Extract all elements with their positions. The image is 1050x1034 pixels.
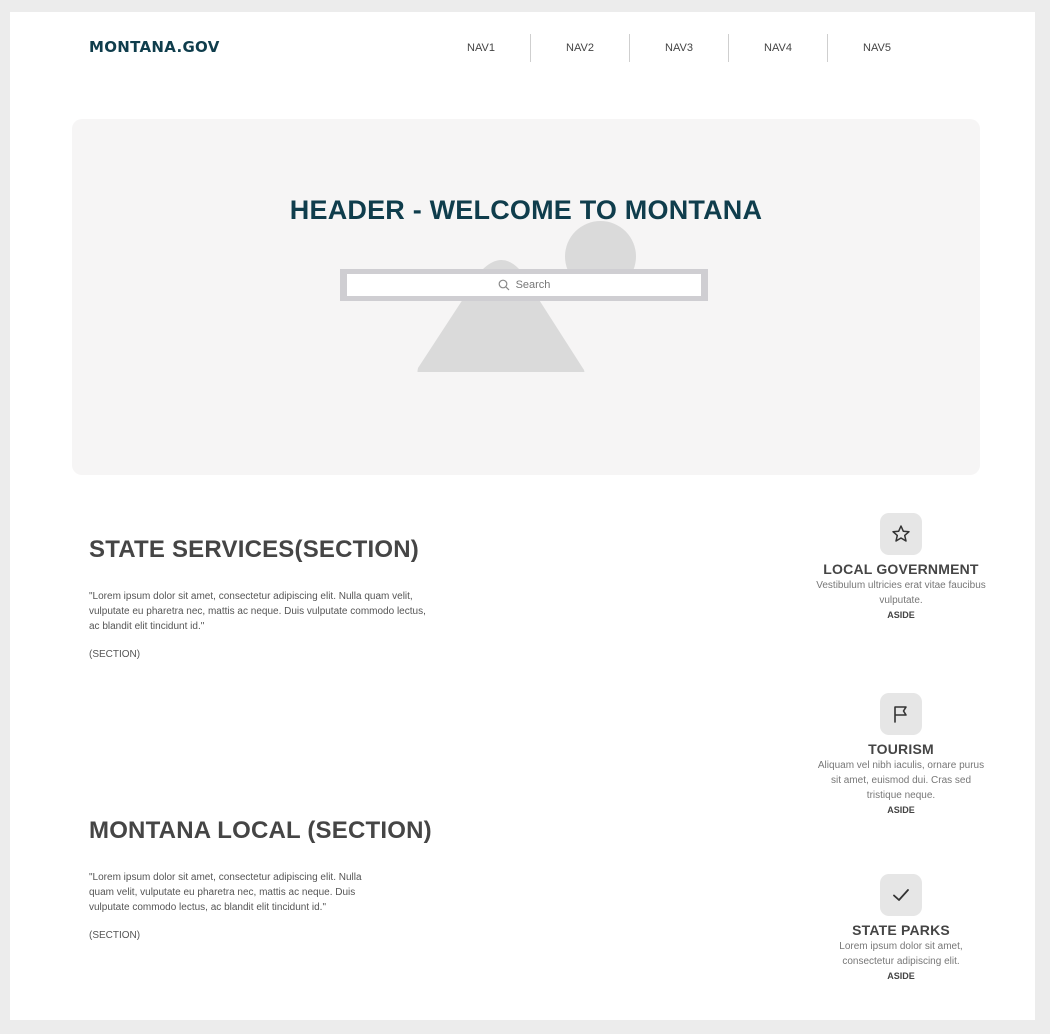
page: MONTANA.GOV NAV1 NAV2 NAV3 NAV4 NAV5 HEA… — [10, 12, 1035, 1020]
nav-item-4[interactable]: NAV4 — [728, 34, 827, 62]
section-body-montana-local: "Lorem ipsum dolor sit amet, consectetur… — [89, 872, 362, 913]
search-bar: Search — [340, 269, 708, 301]
hero-banner: HEADER - WELCOME TO MONTANA Search — [72, 119, 980, 475]
aside-state-parks: STATE PARKS Lorem ipsum dolor sit amet, … — [816, 874, 986, 981]
search-placeholder: Search — [515, 279, 551, 291]
aside-tag: ASIDE — [887, 610, 915, 620]
search-icon — [498, 279, 509, 291]
aside-tag: ASIDE — [887, 805, 915, 815]
aside-text: Aliquam vel nibh iaculis, ornare purus s… — [817, 760, 985, 801]
aside-title[interactable]: TOURISM — [816, 741, 986, 757]
section-title-montana-local: MONTANA LOCAL (SECTION) — [89, 817, 432, 844]
aside-title[interactable]: LOCAL GOVERNMENT — [816, 561, 986, 577]
section-tag: (SECTION) — [89, 649, 141, 660]
star-icon[interactable] — [880, 513, 922, 555]
nav-item-1[interactable]: NAV1 — [432, 34, 530, 62]
section-tag: (SECTION) — [89, 930, 141, 941]
nav-item-5[interactable]: NAV5 — [827, 34, 926, 62]
nav-item-3[interactable]: NAV3 — [629, 34, 728, 62]
aside-title[interactable]: STATE PARKS — [816, 922, 986, 938]
main-nav: NAV1 NAV2 NAV3 NAV4 NAV5 — [432, 34, 926, 62]
check-icon[interactable] — [880, 874, 922, 916]
aside-text: Lorem ipsum dolor sit amet, consectetur … — [839, 941, 963, 967]
section-title-state-services: STATE SERVICES(SECTION) — [89, 536, 419, 563]
section-body-state-services: "Lorem ipsum dolor sit amet, consectetur… — [89, 591, 426, 632]
aside-local-government: LOCAL GOVERNMENT Vestibulum ultricies er… — [816, 513, 986, 620]
search-input[interactable]: Search — [347, 274, 701, 296]
nav-item-2[interactable]: NAV2 — [530, 34, 629, 62]
site-logo[interactable]: MONTANA.GOV — [89, 38, 220, 56]
aside-text: Vestibulum ultricies erat vitae faucibus… — [816, 580, 986, 606]
hero-title: HEADER - WELCOME TO MONTANA — [289, 195, 763, 225]
aside-tag: ASIDE — [887, 971, 915, 981]
aside-tourism: TOURISM Aliquam vel nibh iaculis, ornare… — [816, 693, 986, 815]
flag-icon[interactable] — [880, 693, 922, 735]
